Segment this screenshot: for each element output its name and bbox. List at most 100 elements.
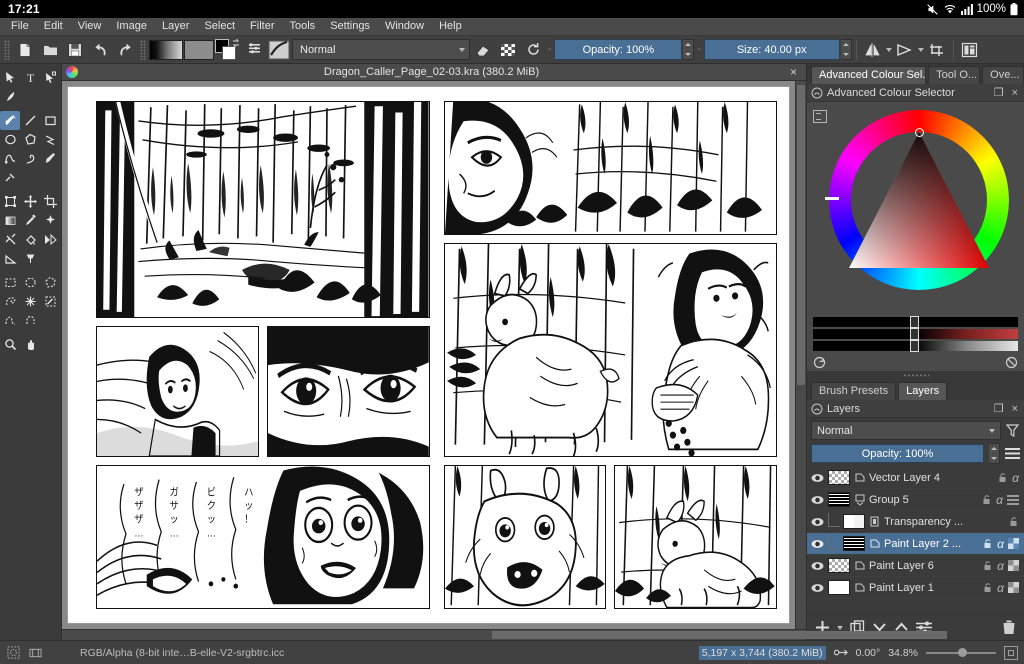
menu-edit[interactable]: Edit [37, 18, 70, 35]
mirror-horizontal-button[interactable] [861, 38, 885, 62]
tab-brush-presets[interactable]: Brush Presets [811, 382, 896, 400]
layer-thumbnail[interactable] [843, 514, 865, 529]
elliptical-selection-tool[interactable] [20, 273, 40, 292]
layer-name[interactable]: Transparency ... [884, 516, 1005, 528]
canvas-viewport[interactable]: ザザザ… ガサッ… ビクッ… ハッ！ [62, 81, 806, 629]
advanced-colour-selector[interactable] [807, 102, 1024, 317]
assistant-icon[interactable] [28, 646, 42, 660]
calligraphy-tool[interactable] [0, 87, 20, 106]
strip-right-3[interactable] [916, 341, 1019, 351]
delete-layer-button[interactable] [1002, 620, 1016, 635]
layer-thumbnail[interactable] [828, 470, 850, 485]
layer-list[interactable]: Vector Layer 4 α Group 5 α [807, 467, 1024, 614]
vertical-scroll-thumb[interactable] [797, 85, 805, 385]
layer-blend-mode-selector[interactable]: Normal [811, 421, 1001, 440]
foreground-background-color[interactable] [215, 39, 241, 61]
layer-opacity-spinner[interactable] [989, 443, 1000, 464]
ellipse-tool[interactable] [0, 130, 20, 149]
menu-layer[interactable]: Layer [155, 18, 197, 35]
alpha-lock-icon[interactable]: α [997, 559, 1004, 573]
similar-color-selection-tool[interactable] [40, 292, 60, 311]
menu-filter[interactable]: Filter [243, 18, 281, 35]
workspace-chooser-button[interactable] [958, 38, 982, 62]
image-dimensions-label[interactable]: 5,197 x 3,744 (380.2 MiB) [699, 646, 826, 660]
transform-tool[interactable] [0, 192, 20, 211]
canvas-horizontal-scrollbar[interactable] [62, 629, 806, 640]
crop-tool[interactable] [40, 192, 60, 211]
menu-view[interactable]: View [71, 18, 109, 35]
zoom-slider-knob[interactable] [958, 648, 967, 657]
magnetic-selection-tool[interactable] [20, 311, 40, 330]
background-color-swatch[interactable] [222, 46, 236, 60]
layer-visibility-toggle[interactable] [810, 583, 825, 593]
menu-file[interactable]: File [4, 18, 36, 35]
table-row[interactable]: Vector Layer 4 α [807, 467, 1024, 489]
alpha-lock-icon[interactable]: α [1012, 471, 1019, 485]
canvas-scroll-area[interactable]: ザザザ… ガサッ… ビクッ… ハッ！ [62, 81, 795, 629]
selector-settings-icon[interactable] [813, 110, 827, 123]
zoom-fit-button[interactable] [1004, 646, 1018, 660]
colour-strip-row-1[interactable] [813, 317, 1018, 327]
tab-tool-options[interactable]: Tool O... [928, 66, 980, 84]
preserve-alpha-button[interactable] [496, 38, 520, 62]
freehand-brush-tool[interactable] [0, 111, 20, 130]
lock-icon[interactable] [981, 494, 992, 505]
horizontal-scroll-thumb[interactable] [492, 631, 947, 639]
table-row[interactable]: Paint Layer 6 α [807, 555, 1024, 577]
layer-visibility-toggle[interactable] [810, 517, 825, 527]
menu-tools[interactable]: Tools [283, 18, 323, 35]
layer-name[interactable]: Paint Layer 1 [869, 582, 979, 594]
strip-right-1[interactable] [916, 317, 1019, 327]
fill-tool[interactable] [20, 230, 40, 249]
layer-thumbnail[interactable] [843, 536, 865, 551]
wraparound-mode-button[interactable] [925, 38, 949, 62]
canvas-vertical-scrollbar[interactable] [795, 81, 806, 629]
strip-right-2[interactable] [916, 329, 1019, 339]
mirror-v-chevron-down-icon[interactable] [918, 48, 924, 52]
bezier-curve-tool[interactable] [0, 149, 20, 168]
save-document-button[interactable] [63, 38, 87, 62]
colour-strip-row-3[interactable] [813, 341, 1018, 351]
alpha-lock-icon[interactable]: α [997, 581, 1004, 595]
menu-select[interactable]: Select [197, 18, 242, 35]
brush-presets-button[interactable] [242, 38, 266, 62]
gradient-tool[interactable] [0, 211, 20, 230]
layer-visibility-toggle[interactable] [810, 473, 825, 483]
brush-size-slider[interactable]: Size: 40.00 px [704, 39, 840, 60]
mirror-vertical-button[interactable] [893, 38, 917, 62]
layer-thumbnail[interactable] [828, 580, 850, 595]
reference-images-tool[interactable] [20, 249, 40, 268]
filter-icon[interactable] [1005, 423, 1020, 438]
inherit-alpha-icon[interactable] [1008, 538, 1019, 549]
fit-page-icon[interactable] [834, 646, 848, 660]
lock-icon[interactable] [982, 538, 993, 549]
dock-splitter-handle[interactable] [807, 371, 1024, 380]
opacity-spinner[interactable] [683, 39, 694, 60]
lock-icon[interactable] [982, 582, 993, 593]
tab-layers[interactable]: Layers [898, 382, 947, 400]
menu-help[interactable]: Help [432, 18, 469, 35]
document-page[interactable]: ザザザ… ガサッ… ビクッ… ハッ！ [68, 87, 789, 623]
close-document-button[interactable]: × [785, 65, 802, 79]
layer-thumbnail[interactable] [828, 492, 850, 507]
text-tool[interactable]: T [20, 68, 40, 87]
layer-name[interactable]: Group 5 [869, 494, 978, 506]
alpha-lock-icon[interactable]: α [997, 537, 1004, 551]
new-document-button[interactable] [13, 38, 37, 62]
lock-icon[interactable] [982, 560, 993, 571]
mirror-h-chevron-down-icon[interactable] [886, 48, 892, 52]
reload-preset-button[interactable] [521, 38, 545, 62]
table-row[interactable]: Paint Layer 1 α [807, 577, 1024, 599]
strip-left-3[interactable] [813, 341, 916, 351]
clear-colour-history-icon[interactable] [1005, 356, 1018, 369]
dynamic-brush-tool[interactable] [40, 149, 60, 168]
pass-through-icon[interactable] [1007, 495, 1019, 505]
layer-name[interactable]: Vector Layer 4 [869, 472, 994, 484]
zoom-tool[interactable] [0, 335, 20, 354]
color-sampler-tool[interactable] [20, 211, 40, 230]
hue-marker[interactable] [825, 197, 839, 200]
zoom-slider[interactable] [926, 647, 996, 659]
layer-name[interactable]: Paint Layer 6 [869, 560, 979, 572]
layer-visibility-toggle[interactable] [810, 539, 825, 549]
add-layer-chevron-down-icon[interactable] [837, 626, 843, 630]
